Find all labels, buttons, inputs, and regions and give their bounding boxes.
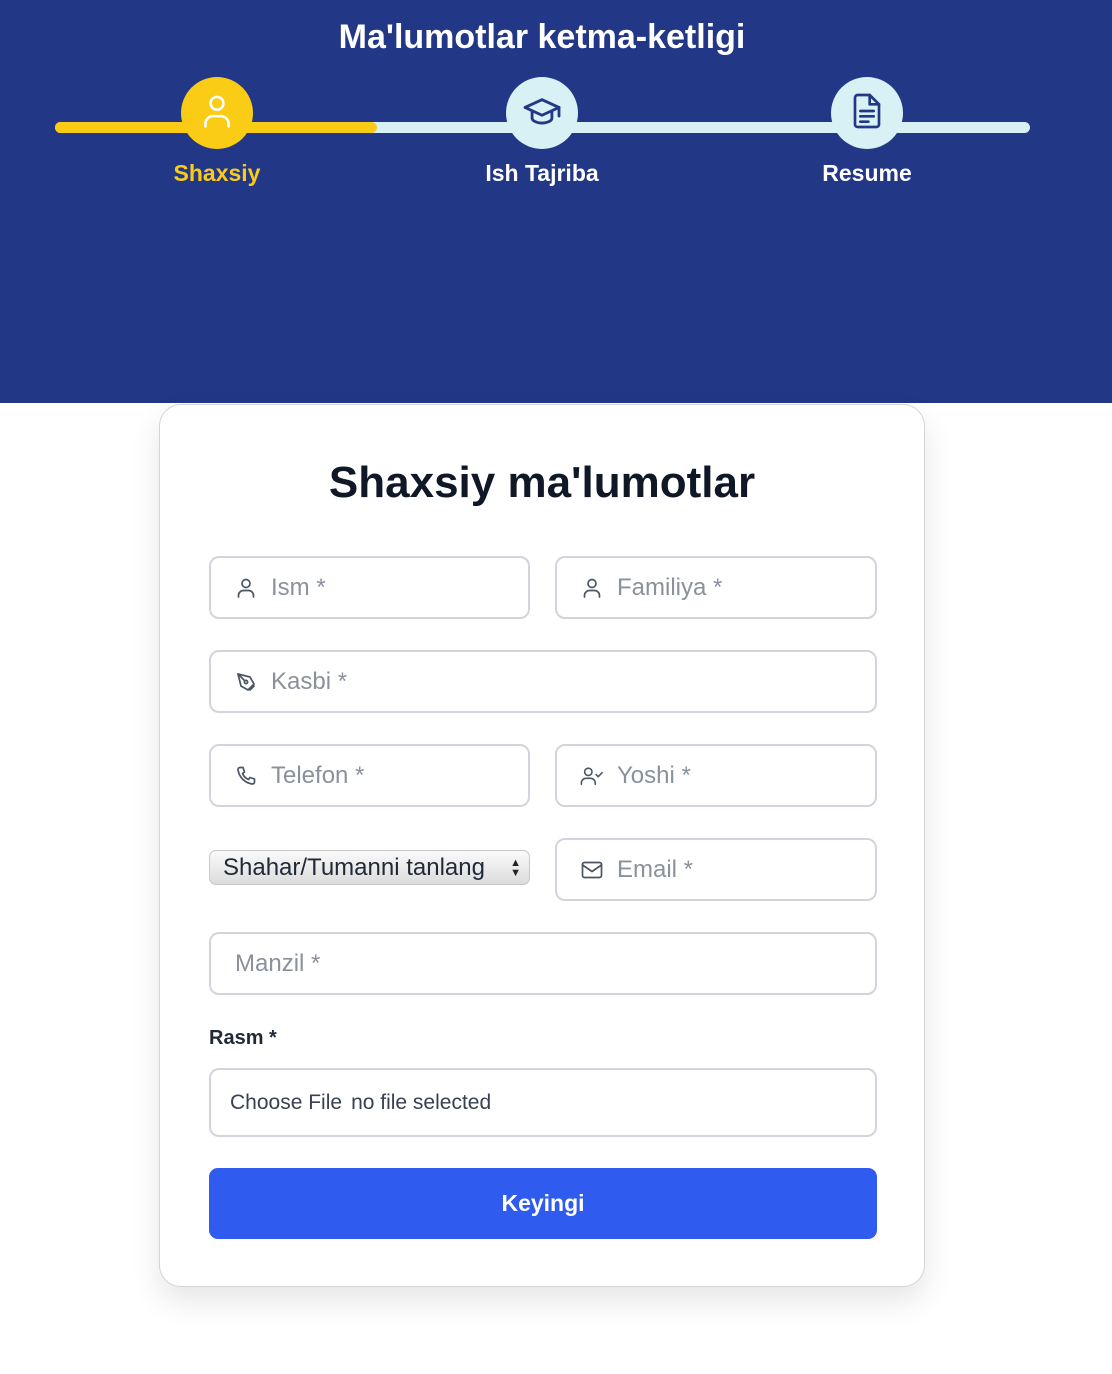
photo-file-input[interactable]: Choose File no file selected (209, 1068, 877, 1137)
step-label-ish-tajriba: Ish Tajriba (485, 160, 599, 186)
step-resume[interactable]: Resume (767, 77, 967, 187)
pen-tool-icon (234, 670, 258, 694)
kasbi-input[interactable] (271, 667, 831, 696)
kasbi-field[interactable] (209, 650, 877, 713)
manzil-input[interactable] (235, 949, 795, 978)
user-icon (234, 576, 258, 600)
document-icon (851, 92, 883, 135)
email-input[interactable] (617, 855, 837, 884)
step-circle-ish-tajriba (506, 77, 578, 149)
familiya-input[interactable] (617, 573, 837, 602)
step-label-resume: Resume (822, 160, 912, 186)
mail-icon (580, 858, 604, 882)
photo-label: Rasm * (209, 1027, 277, 1049)
city-select-value: Shahar/Tumanni tanlang (223, 853, 485, 881)
select-arrows-icon: ▲ ▼ (510, 856, 521, 879)
graduation-cap-icon (522, 94, 562, 133)
step-shaxsiy[interactable]: Shaxsiy (117, 77, 317, 187)
email-field[interactable] (555, 838, 877, 901)
step-label-shaxsiy: Shaxsiy (173, 160, 261, 186)
step-ish-tajriba[interactable]: Ish Tajriba (442, 77, 642, 187)
ism-input[interactable] (271, 573, 491, 602)
telefon-field[interactable] (209, 744, 530, 807)
phone-icon (234, 764, 258, 788)
form-title: Shaxsiy ma'lumotlar (328, 458, 756, 507)
telefon-input[interactable] (271, 761, 491, 790)
personal-info-card: Shaxsiy ma'lumotlar Ism * Familiya * Kas… (159, 404, 925, 1287)
yoshi-input[interactable] (617, 761, 837, 790)
ism-field[interactable] (209, 556, 530, 619)
user-check-icon (580, 764, 604, 788)
user-icon (580, 576, 604, 600)
file-status: no file selected (351, 1090, 492, 1114)
city-select[interactable]: Shahar/Tumanni tanlang ▲ ▼ (209, 850, 530, 885)
yoshi-field[interactable] (555, 744, 877, 807)
step-circle-shaxsiy (181, 77, 253, 149)
familiya-field[interactable] (555, 556, 877, 619)
manzil-field[interactable] (209, 932, 877, 995)
user-icon (201, 93, 233, 134)
step-circle-resume (831, 77, 903, 149)
page-title: Ma'lumotlar ketma-ketligi (338, 18, 746, 56)
next-button[interactable]: Keyingi (209, 1168, 877, 1239)
choose-file-button[interactable]: Choose File (230, 1091, 342, 1115)
progress-header: Ma'lumotlar ketma-ketligi Shaxsiy Ish Ta… (0, 0, 1112, 403)
